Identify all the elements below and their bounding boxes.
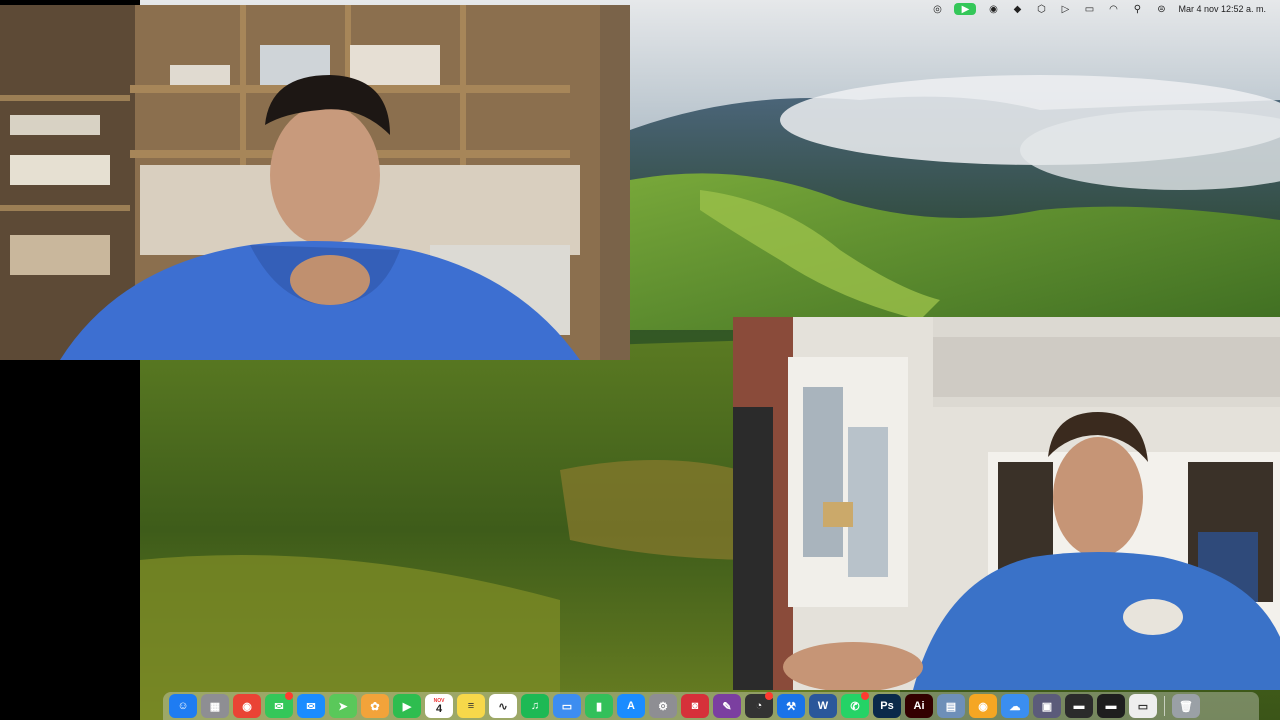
calendar-day-label: 4 xyxy=(435,702,443,715)
freeform-icon: ∿ xyxy=(498,700,508,713)
dock-app-xcode-sim[interactable]: ⚒ xyxy=(777,694,805,718)
photos-icon: ✿ xyxy=(370,700,380,713)
finder-icon: ☺ xyxy=(177,700,189,712)
dock-app-whatsapp[interactable]: ✆ xyxy=(841,692,869,718)
facetime-icon: ▶ xyxy=(402,700,412,713)
photoshop-icon: Ps xyxy=(880,700,894,712)
dock-app-system-settings[interactable]: ⚙ xyxy=(649,694,677,718)
menu-bar-clock[interactable]: Mar 4 nov 12:52 a. m. xyxy=(1178,4,1266,14)
dock-app-keynote[interactable]: ▭ xyxy=(553,694,581,718)
self-view-frame xyxy=(733,317,1280,690)
dock-app-recent-app-2[interactable]: ▬ xyxy=(1097,694,1125,718)
battery-icon[interactable]: ▭ xyxy=(1082,3,1096,15)
dock-app-mail[interactable]: ✉ xyxy=(297,694,325,718)
remote-video-frame xyxy=(0,5,630,360)
launchpad-icon: ▦ xyxy=(209,700,221,713)
numbers-icon: ▮ xyxy=(595,700,603,713)
dock-app-facetime[interactable]: ▶ xyxy=(393,694,421,718)
dock-app-illustrator[interactable]: Ai xyxy=(905,694,933,718)
remote-participant-video[interactable] xyxy=(0,5,630,360)
notes-icon: ≡ xyxy=(467,700,475,712)
wacom-icon: ✎ xyxy=(722,700,732,713)
recent-app-3-icon: ▭ xyxy=(1137,700,1149,713)
notification-badge xyxy=(861,692,869,700)
system-settings-icon: ⚙ xyxy=(658,700,668,713)
dock-app-messages[interactable]: ✉ xyxy=(265,692,293,718)
illustrator-icon: Ai xyxy=(913,700,925,712)
activity-monitor-icon: ◔ xyxy=(755,700,763,712)
xcode-sim-icon: ⚒ xyxy=(786,700,796,713)
dock-app-freeform[interactable]: ∿ xyxy=(489,694,517,718)
maps-icon: ➤ xyxy=(338,700,348,713)
dock-app-wacom[interactable]: ✎ xyxy=(713,694,741,718)
self-view-video[interactable] xyxy=(733,317,1280,690)
menu-bar: ◎ ▶ ◉ ◆ ⬡ ▷ ▭ ◠ ⚲ ⊜ Mar 4 nov 12:52 a. m… xyxy=(630,0,1280,18)
spotify-icon: ♫ xyxy=(530,700,540,712)
dock-app-trash[interactable]: 🗑 xyxy=(1172,694,1200,718)
wacom-icon[interactable]: ⬡ xyxy=(1034,3,1048,15)
app-store-icon: A xyxy=(627,700,635,712)
recent-app-1-icon: ▬ xyxy=(1073,700,1085,712)
keynote-icon: ▭ xyxy=(561,700,573,713)
dock-app-photos[interactable]: ✿ xyxy=(361,694,389,718)
chrome-icon: ◉ xyxy=(242,700,252,713)
notification-badge xyxy=(765,692,773,700)
dock-app-chrome-canary[interactable]: ◉ xyxy=(969,694,997,718)
wifi-icon[interactable]: ◠ xyxy=(1106,3,1120,15)
dock-app-calendar[interactable]: NOV 4 xyxy=(425,694,453,718)
dock-app-word[interactable]: W xyxy=(809,694,837,718)
whatsapp-icon: ✆ xyxy=(850,700,860,713)
dock-app-screen-capture[interactable]: ▣ xyxy=(1033,694,1061,718)
trash-icon: 🗑 xyxy=(1179,700,1193,713)
dock: ☺ ▦ ◉ ✉ ✉ ➤ ✿ ▶ NOV 4 ≡ ∿ ♫ ▭ ▮ A ⚙ ◙ ✎ ◔ ⚒ W ✆ Ps Ai ▤ ◉ ☁ ▣ ▬ ▬ ▭ 🗑 xyxy=(163,692,1259,720)
weather-icon: ☁ xyxy=(1009,700,1021,713)
dropbox-icon[interactable]: ◆ xyxy=(1010,3,1024,15)
word-icon: W xyxy=(817,700,829,712)
play-icon[interactable]: ▷ xyxy=(1058,3,1072,15)
control-center-icon[interactable]: ⊜ xyxy=(1154,3,1168,15)
dock-app-preview[interactable]: ▤ xyxy=(937,694,965,718)
dock-app-spotify[interactable]: ♫ xyxy=(521,694,549,718)
dock-app-photoshop[interactable]: Ps xyxy=(873,694,901,718)
photo-booth-icon: ◙ xyxy=(691,700,699,712)
notification-badge xyxy=(285,692,293,700)
chrome-canary-icon: ◉ xyxy=(978,700,988,713)
dock-app-launchpad[interactable]: ▦ xyxy=(201,694,229,718)
record-icon[interactable]: ◉ xyxy=(986,3,1000,15)
dock-app-notes[interactable]: ≡ xyxy=(457,694,485,718)
dock-app-chrome[interactable]: ◉ xyxy=(233,694,261,718)
dock-app-photo-booth[interactable]: ◙ xyxy=(681,694,709,718)
facetime-active-icon[interactable]: ▶ xyxy=(954,3,977,15)
dock-app-recent-app-3[interactable]: ▭ xyxy=(1129,694,1157,718)
recent-app-2-icon: ▬ xyxy=(1105,700,1117,712)
creative-cloud-icon[interactable]: ◎ xyxy=(930,3,944,15)
dock-app-weather[interactable]: ☁ xyxy=(1001,694,1029,718)
spotlight-icon[interactable]: ⚲ xyxy=(1130,3,1144,15)
dock-app-finder[interactable]: ☺ xyxy=(169,694,197,718)
dock-app-recent-app-1[interactable]: ▬ xyxy=(1065,694,1093,718)
dock-app-app-store[interactable]: A xyxy=(617,694,645,718)
mail-icon: ✉ xyxy=(306,700,316,713)
preview-icon: ▤ xyxy=(945,700,957,713)
dock-app-activity-monitor[interactable]: ◔ xyxy=(745,692,773,718)
dock-separator xyxy=(1164,696,1165,716)
messages-icon: ✉ xyxy=(274,700,284,713)
dock-app-numbers[interactable]: ▮ xyxy=(585,694,613,718)
screen-capture-icon: ▣ xyxy=(1041,700,1053,713)
dock-app-maps[interactable]: ➤ xyxy=(329,694,357,718)
